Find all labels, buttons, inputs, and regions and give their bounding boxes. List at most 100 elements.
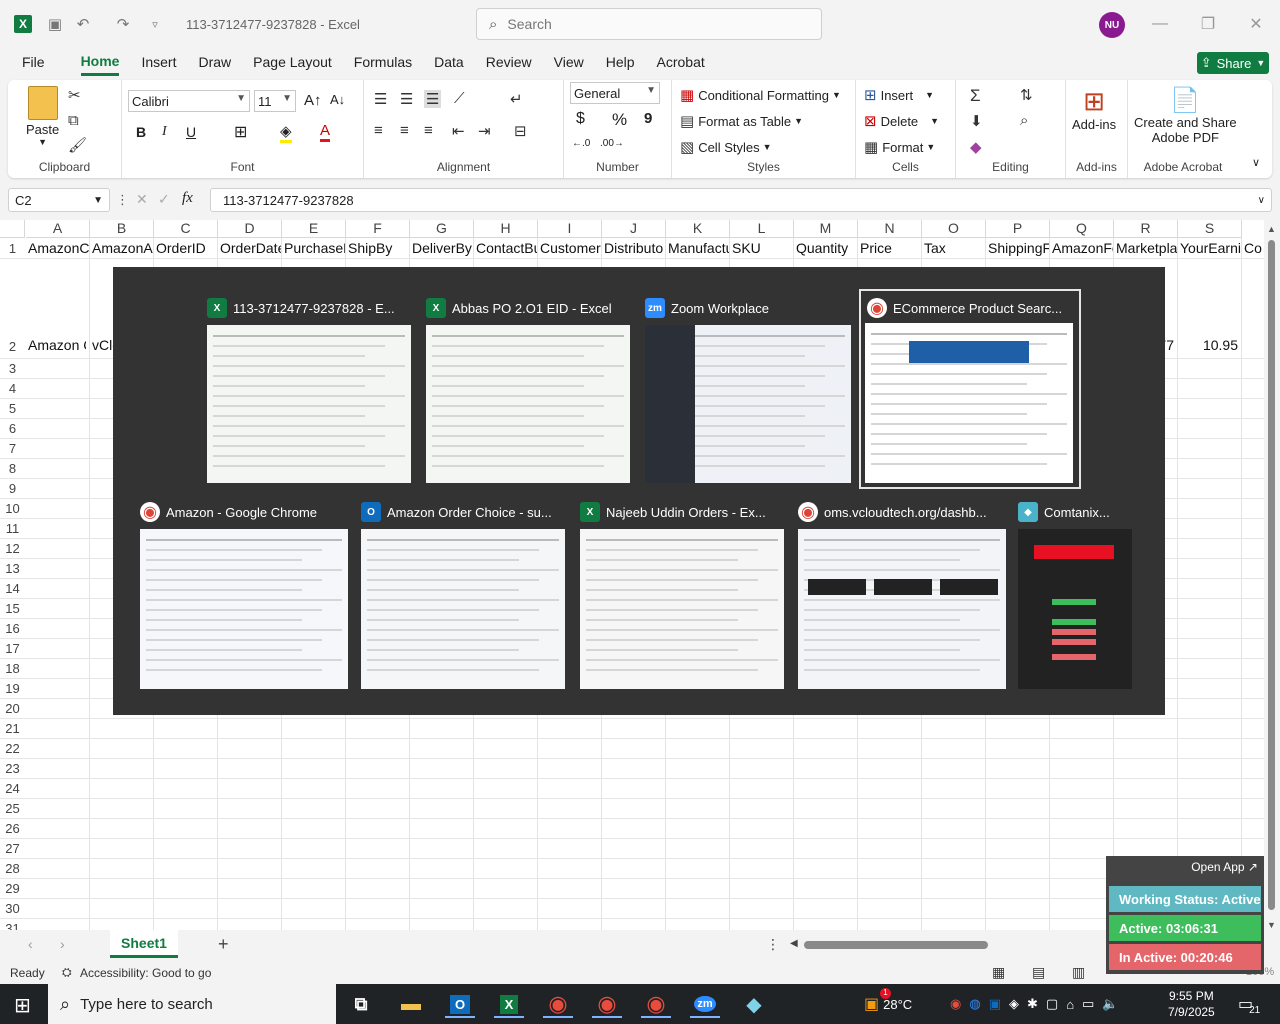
scroll-down-icon[interactable]: ▼: [1267, 920, 1276, 930]
page-layout-view-icon[interactable]: ▤: [1032, 964, 1045, 981]
header-cell[interactable]: AmazonCo: [28, 240, 89, 256]
windows-start-icon[interactable]: ⊞: [14, 993, 31, 1018]
italic-button[interactable]: I: [162, 124, 167, 140]
increase-indent-icon[interactable]: ⇥: [478, 122, 491, 140]
create-pdf-button[interactable]: 📄 Create and Share Adobe PDF: [1134, 86, 1237, 145]
switcher-window-3[interactable]: zm Zoom Workplace: [645, 297, 851, 485]
header-cell[interactable]: ShippingF: [988, 240, 1049, 256]
align-middle-icon[interactable]: ☰: [400, 90, 413, 108]
header-cell[interactable]: AmazonFe: [1052, 240, 1113, 256]
volume-icon[interactable]: 🔈: [1102, 996, 1118, 1012]
row-header[interactable]: 26: [0, 819, 25, 839]
horizontal-scroll-thumb[interactable]: [804, 941, 988, 949]
column-header-b[interactable]: B: [90, 220, 154, 238]
format-as-table-button[interactable]: ▤ Format as Table ▼: [680, 112, 803, 130]
row-header[interactable]: 25: [0, 799, 25, 819]
user-avatar[interactable]: NU: [1099, 12, 1125, 38]
select-all-corner[interactable]: [0, 220, 25, 238]
column-header-m[interactable]: M: [794, 220, 858, 238]
autosum-icon[interactable]: Σ: [970, 86, 981, 106]
column-header-j[interactable]: J: [602, 220, 666, 238]
redo-icon[interactable]: ↷: [114, 15, 132, 33]
decrease-decimal-icon[interactable]: .00→: [600, 138, 624, 149]
addins-button[interactable]: ⊞ Add-ins: [1072, 86, 1116, 132]
cut-icon[interactable]: ✂: [68, 86, 81, 104]
align-bottom-icon[interactable]: ☰: [424, 90, 442, 108]
header-cell[interactable]: Distributo: [604, 240, 665, 256]
normal-view-icon[interactable]: ▦: [992, 964, 1005, 981]
tab-formulas[interactable]: Formulas: [354, 54, 412, 74]
paste-button[interactable]: Paste ▼: [26, 86, 59, 147]
tab-insert[interactable]: Insert: [141, 54, 176, 74]
cell-s2[interactable]: 10.95: [1180, 337, 1238, 353]
chrome-profile-2-icon[interactable]: ◉: [592, 990, 622, 1018]
column-header-d[interactable]: D: [218, 220, 282, 238]
scroll-up-icon[interactable]: ▲: [1267, 224, 1276, 234]
font-color-icon[interactable]: A: [320, 122, 331, 142]
display-icon[interactable]: ▭: [1082, 996, 1094, 1012]
column-header-q[interactable]: Q: [1050, 220, 1114, 238]
prev-sheet-icon[interactable]: ‹: [28, 936, 33, 952]
clock[interactable]: 9:55 PM 7/9/2025: [1168, 984, 1215, 1024]
currency-button[interactable]: $: [576, 110, 585, 128]
font-size-select[interactable]: 11 ▼: [254, 90, 296, 112]
header-cell[interactable]: Marketpla: [1116, 240, 1177, 256]
search-box[interactable]: ⌕ Search: [476, 8, 822, 40]
comtanix-taskbar-icon[interactable]: ◆: [739, 990, 769, 1018]
align-top-icon[interactable]: ☰: [374, 90, 387, 108]
row-header[interactable]: 21: [0, 719, 25, 739]
switcher-window-7[interactable]: X Najeeb Uddin Orders - Ex...: [580, 501, 784, 691]
outlook-taskbar-icon[interactable]: O: [445, 990, 475, 1018]
comma-style-button[interactable]: 9: [644, 110, 652, 127]
header-cell[interactable]: Co: [1244, 240, 1264, 256]
row-header[interactable]: 6: [0, 419, 25, 439]
add-sheet-button[interactable]: +: [218, 934, 229, 955]
outlook-tray-icon[interactable]: ▣: [989, 996, 1001, 1012]
row-header[interactable]: 17: [0, 639, 25, 659]
row-header[interactable]: 20: [0, 699, 25, 719]
cell-styles-button[interactable]: ▧ Cell Styles ▼: [680, 138, 772, 156]
row-header[interactable]: 4: [0, 379, 25, 399]
align-right-icon[interactable]: ≡: [424, 122, 433, 139]
header-cell[interactable]: OrderDate: [220, 240, 281, 256]
merge-center-icon[interactable]: ⊟: [514, 122, 527, 140]
tab-acrobat[interactable]: Acrobat: [657, 54, 705, 74]
chrome-taskbar-icon[interactable]: ◉: [543, 990, 573, 1018]
header-cell[interactable]: OrderID: [156, 240, 217, 256]
row-header[interactable]: 12: [0, 539, 25, 559]
scroll-left-icon[interactable]: ◀: [790, 938, 798, 949]
row-header[interactable]: 30: [0, 899, 25, 919]
row-header[interactable]: 9: [0, 479, 25, 499]
scroll-thumb[interactable]: [1268, 240, 1275, 910]
tab-page-layout[interactable]: Page Layout: [253, 54, 332, 74]
column-header-l[interactable]: L: [730, 220, 794, 238]
increase-decimal-icon[interactable]: ←.0: [572, 138, 590, 149]
name-box[interactable]: C2 ▼: [8, 188, 110, 212]
switcher-window-5[interactable]: ◉ Amazon - Google Chrome: [140, 501, 348, 691]
row-header[interactable]: 7: [0, 439, 25, 459]
customize-quick-access-icon[interactable]: ▿: [146, 15, 164, 33]
row-header[interactable]: 15: [0, 599, 25, 619]
format-cells-button[interactable]: ▦ Format ▼: [864, 138, 935, 156]
switcher-window-6[interactable]: O Amazon Order Choice - su...: [361, 501, 565, 691]
row-header[interactable]: 5: [0, 399, 25, 419]
page-break-view-icon[interactable]: ▥: [1072, 964, 1085, 981]
header-cell[interactable]: AmazonAc: [92, 240, 153, 256]
tab-help[interactable]: Help: [606, 54, 635, 74]
switcher-window-9[interactable]: ◆ Comtanix...: [1018, 501, 1132, 691]
underline-button[interactable]: U: [186, 124, 196, 140]
tab-review[interactable]: Review: [486, 54, 532, 74]
row-header[interactable]: 3: [0, 359, 25, 379]
switcher-window-8[interactable]: ◉ oms.vcloudtech.org/dashb...: [798, 501, 1006, 691]
format-painter-icon[interactable]: 🖌: [68, 136, 87, 154]
clear-icon[interactable]: ◆: [970, 138, 982, 156]
copy-icon[interactable]: ⧉: [68, 112, 79, 129]
borders-icon[interactable]: ⊞: [234, 122, 247, 142]
column-header-g[interactable]: G: [410, 220, 474, 238]
switcher-window-1[interactable]: X 113-3712477-9237828 - E...: [207, 297, 411, 485]
sort-filter-icon[interactable]: ⇅: [1020, 86, 1033, 104]
tab-home[interactable]: Home: [80, 53, 120, 76]
cancel-icon[interactable]: ✕: [136, 191, 148, 208]
chrome-tray-icon[interactable]: ◉: [950, 996, 961, 1012]
tab-file[interactable]: File: [22, 54, 45, 74]
